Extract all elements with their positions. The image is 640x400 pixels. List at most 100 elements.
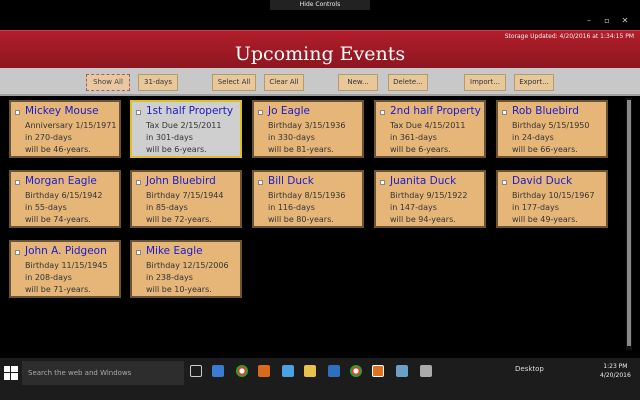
select-checkbox[interactable] [136,110,141,115]
close-button[interactable]: ✕ [618,16,632,25]
select-checkbox[interactable] [136,180,141,185]
event-name[interactable]: David Duck [512,175,572,187]
event-name[interactable]: Morgan Eagle [25,175,97,187]
taskbar-search-input[interactable]: Search the web and Windows [22,361,184,385]
app-window: Hide Controls – ▫ ✕ Upcoming Events Stor… [0,0,640,400]
event-age: will be 80-years. [268,215,334,224]
event-card[interactable]: David Duck Birthday 10/15/1967 in 177-da… [496,170,608,228]
event-date: Birthday 12/15/2006 [146,261,229,270]
event-card[interactable]: Bill Duck Birthday 8/15/1936 in 116-days… [252,170,364,228]
event-card[interactable]: Mike Eagle Birthday 12/15/2006 in 238-da… [130,240,242,298]
event-countdown: in 238-days [146,273,193,282]
event-card[interactable]: John A. Pidgeon Birthday 11/15/1945 in 2… [9,240,121,298]
event-name[interactable]: Mickey Mouse [25,105,99,117]
upcoming-events-app-icon[interactable] [372,365,384,377]
vertical-scrollbar[interactable] [626,98,632,350]
event-countdown: in 116-days [268,203,315,212]
maximize-button[interactable]: ▫ [600,16,614,25]
desktop-toolbar[interactable]: Desktop [515,365,544,373]
event-name[interactable]: Jo Eagle [268,105,310,117]
select-checkbox[interactable] [15,250,20,255]
clock[interactable]: 1:23 PM 4/20/2016 [600,362,631,380]
31-days-button[interactable]: 31-days [138,74,178,91]
select-checkbox[interactable] [15,110,20,115]
event-name[interactable]: Rob Bluebird [512,105,579,117]
app-icon[interactable] [258,365,270,377]
event-date: Birthday 7/15/1944 [146,191,224,200]
event-card[interactable]: Morgan Eagle Birthday 6/15/1942 in 55-da… [9,170,121,228]
import-button[interactable]: Import... [464,74,506,91]
select-checkbox[interactable] [502,110,507,115]
event-date: Birthday 11/15/1945 [25,261,108,270]
store-icon[interactable] [328,365,340,377]
event-age: will be 71-years. [25,285,91,294]
delete-button[interactable]: Delete... [388,74,428,91]
hide-controls-button[interactable]: Hide Controls [270,0,370,10]
windows-start-icon[interactable] [4,366,18,380]
event-date: Birthday 5/15/1950 [512,121,590,130]
event-countdown: in 177-days [512,203,559,212]
select-checkbox[interactable] [502,180,507,185]
page-title: Upcoming Events [234,43,406,65]
event-age: will be 6-years. [390,145,451,154]
select-checkbox[interactable] [136,250,141,255]
app-icon[interactable] [396,365,408,377]
event-card-selected[interactable]: 1st half Property Tax Due 2/15/2011 in 3… [130,100,242,158]
event-date: Anniversary 1/15/1971 [25,121,117,130]
event-date: Tax Due 2/15/2011 [146,121,222,130]
select-checkbox[interactable] [258,180,263,185]
event-countdown: in 55-days [25,203,67,212]
minimize-button[interactable]: – [582,16,596,25]
select-checkbox[interactable] [380,110,385,115]
task-view-icon[interactable] [190,365,202,377]
event-countdown: in 330-days [268,133,315,142]
event-date: Tax Due 4/15/2011 [390,121,466,130]
scrollbar-thumb[interactable] [627,100,631,346]
event-age: will be 49-years. [512,215,578,224]
event-card[interactable]: 2nd half Property Tax Due 4/15/2011 in 3… [374,100,486,158]
clear-all-button[interactable]: Clear All [264,74,304,91]
new-button[interactable]: New... [338,74,378,91]
event-age: will be 74-years. [25,215,91,224]
event-name[interactable]: 2nd half Property [390,105,481,117]
select-all-button[interactable]: Select All [212,74,256,91]
event-card[interactable]: Jo Eagle Birthday 3/15/1936 in 330-days … [252,100,364,158]
select-checkbox[interactable] [380,180,385,185]
event-date: Birthday 9/15/1922 [390,191,468,200]
event-name[interactable]: Bill Duck [268,175,314,187]
event-date: Birthday 10/15/1967 [512,191,595,200]
event-card[interactable]: Rob Bluebird Birthday 5/15/1950 in 24-da… [496,100,608,158]
event-age: will be 66-years. [512,145,578,154]
event-name[interactable]: Juanita Duck [390,175,456,187]
event-countdown: in 24-days [512,133,554,142]
event-card[interactable]: Juanita Duck Birthday 9/15/1922 in 147-d… [374,170,486,228]
clock-time: 1:23 PM [603,363,628,370]
event-age: will be 94-years. [390,215,456,224]
chrome-icon[interactable] [350,365,362,377]
event-age: will be 10-years. [146,285,212,294]
event-age: will be 81-years. [268,145,334,154]
edge-icon[interactable] [212,365,224,377]
event-name[interactable]: Mike Eagle [146,245,203,257]
storage-status: Storage Updated: 4/20/2016 at 1:34:15 PM [504,33,634,40]
event-age: will be 46-years. [25,145,91,154]
event-date: Birthday 6/15/1942 [25,191,103,200]
event-countdown: in 301-days [146,133,193,142]
select-checkbox[interactable] [258,110,263,115]
show-all-button[interactable]: Show All [86,74,130,91]
event-name[interactable]: 1st half Property [146,105,233,117]
toolbar: Show All 31-days Select All Clear All Ne… [0,68,640,96]
chrome-icon[interactable] [236,365,248,377]
event-name[interactable]: John A. Pidgeon [25,245,107,257]
event-name[interactable]: John Bluebird [146,175,216,187]
clock-date: 4/20/2016 [600,372,631,379]
export-button[interactable]: Export... [514,74,554,91]
event-card[interactable]: Mickey Mouse Anniversary 1/15/1971 in 27… [9,100,121,158]
app-icon[interactable] [420,365,432,377]
mail-icon[interactable] [282,365,294,377]
event-card[interactable]: John Bluebird Birthday 7/15/1944 in 85-d… [130,170,242,228]
file-explorer-icon[interactable] [304,365,316,377]
title-bar: Hide Controls – ▫ ✕ [0,0,640,30]
event-countdown: in 208-days [25,273,72,282]
select-checkbox[interactable] [15,180,20,185]
